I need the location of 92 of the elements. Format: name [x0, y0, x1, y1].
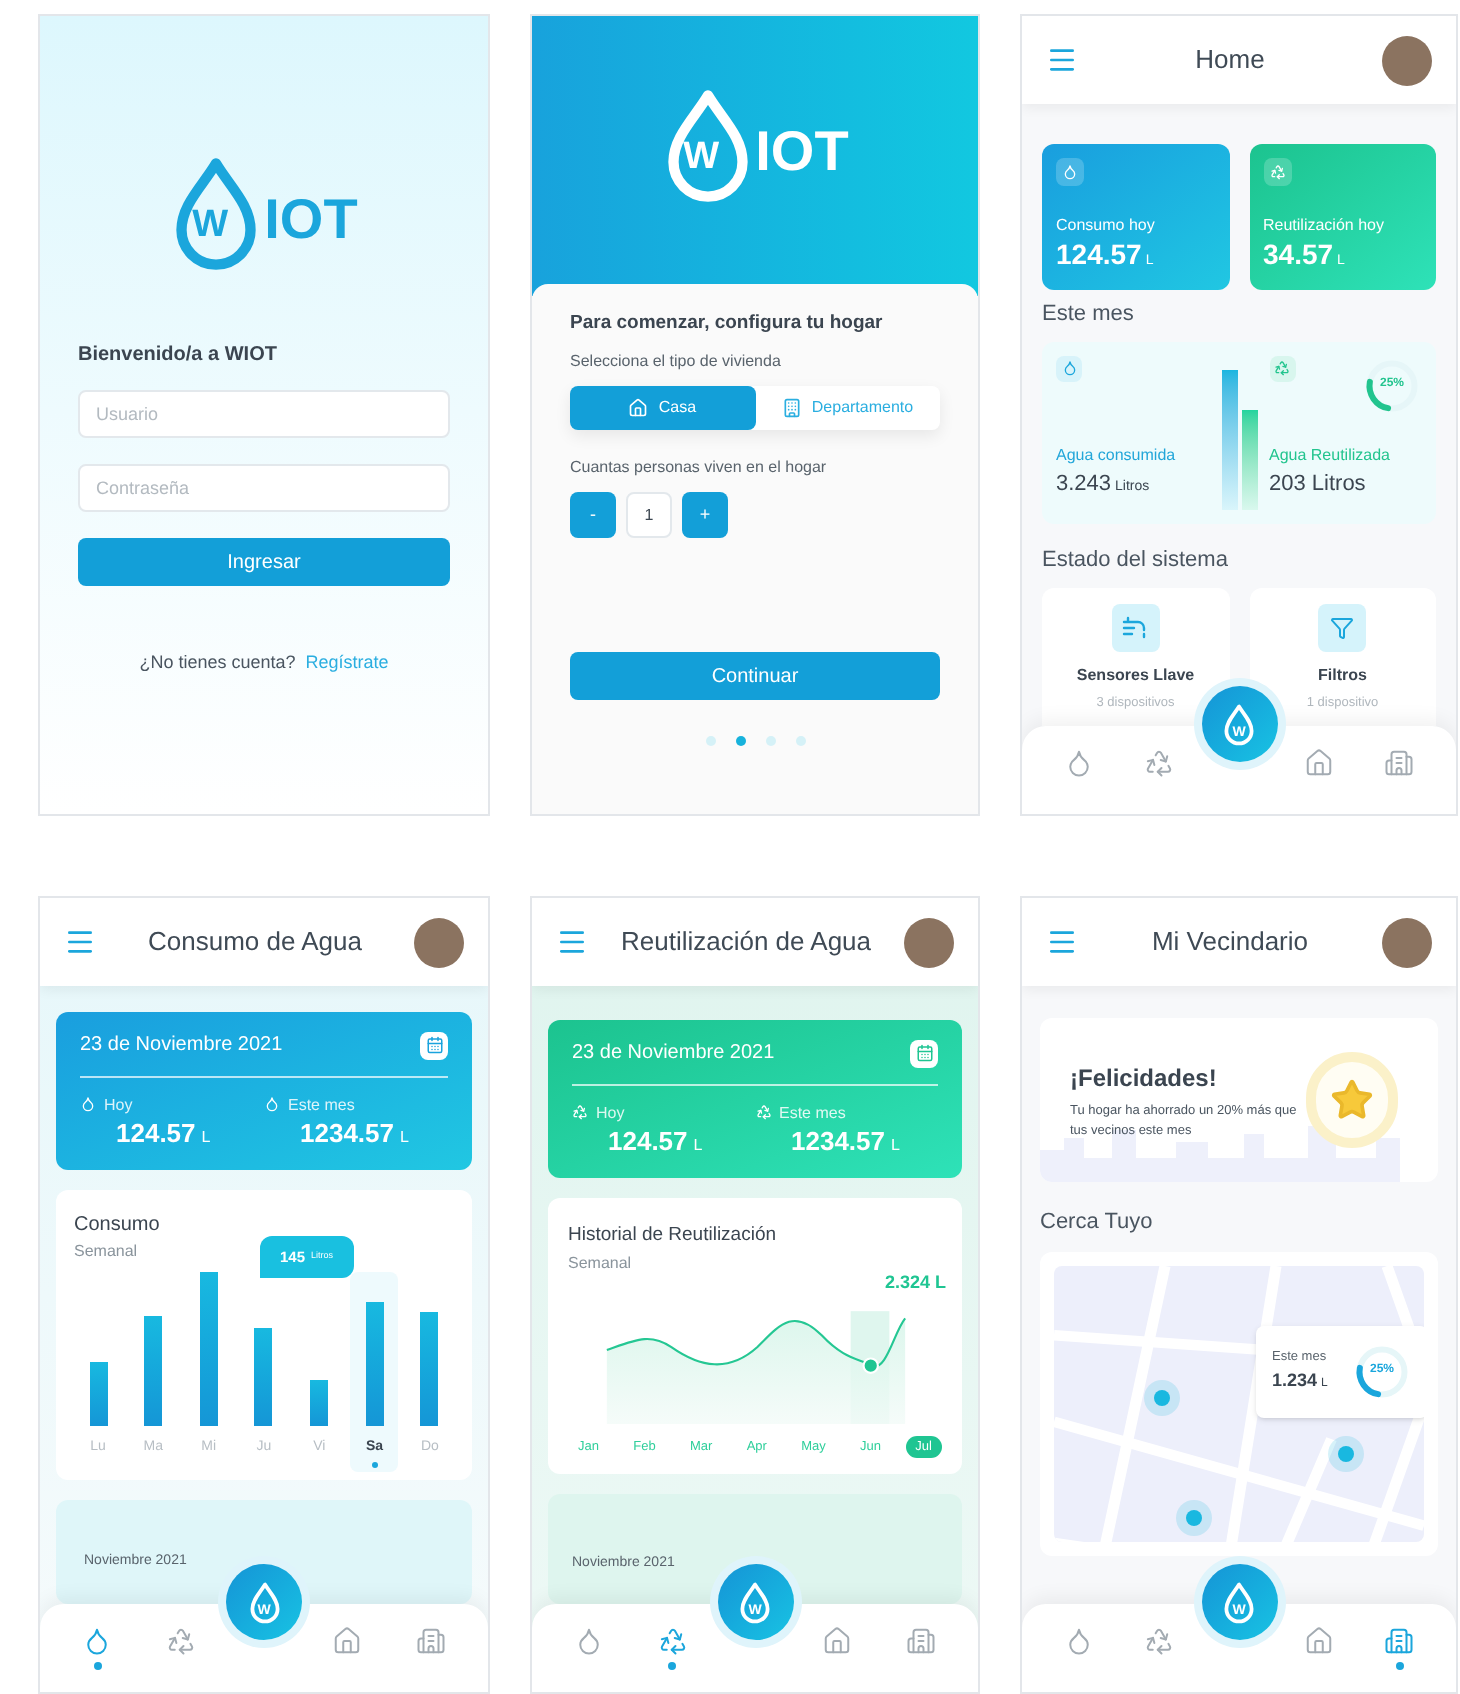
menu-icon[interactable]: [1046, 926, 1078, 958]
unit-label: L: [693, 1134, 703, 1158]
recycle-icon: [1274, 360, 1290, 376]
unit-label: L: [400, 1126, 409, 1150]
reused-label: Agua Reutilizada: [1269, 444, 1392, 468]
menu-icon[interactable]: [64, 926, 96, 958]
reuse-bar: [1241, 409, 1257, 509]
card-label: Reutilización hoy: [1263, 214, 1386, 238]
avatar[interactable]: [1381, 917, 1432, 967]
screen-title: Mi Vecindario: [1151, 924, 1309, 961]
avatar[interactable]: [904, 917, 954, 967]
stat-label: Este mes: [779, 1102, 848, 1126]
input-field[interactable]: Usuario: [78, 390, 450, 438]
point-value: 2.324 L: [884, 1270, 946, 1297]
filter-icon: [1330, 616, 1355, 640]
recycle-icon: [755, 1104, 771, 1120]
decrement-button[interactable]: -: [570, 492, 616, 539]
card-value: 124.57: [1056, 238, 1142, 273]
screen-title: Reutilización de Agua: [620, 924, 872, 961]
section-title: Cerca Tuyo: [1040, 1208, 1155, 1238]
chart-subtitle: Semanal: [568, 1251, 632, 1275]
drop-icon: [1061, 360, 1077, 376]
stat-value: 124.57: [608, 1126, 688, 1159]
calendar-icon[interactable]: [420, 1031, 448, 1059]
logo-text: IOT: [755, 124, 849, 180]
logo-letter: W: [683, 138, 720, 176]
consumption-bar: [1221, 369, 1237, 509]
house-icon: [628, 398, 649, 419]
stat-value: 1234.57: [300, 1118, 394, 1151]
consumption-bar: [254, 1327, 273, 1426]
increment-button[interactable]: +: [682, 492, 728, 539]
housing-option[interactable]: Departamento: [755, 386, 940, 431]
card-value: 34.57: [1263, 238, 1334, 273]
device-name: Filtros: [1318, 664, 1367, 688]
login-button[interactable]: Ingresar: [78, 538, 450, 586]
drop-icon: [738, 1581, 772, 1623]
menu-icon[interactable]: [556, 926, 588, 958]
people-count-field[interactable]: 1: [626, 492, 672, 539]
screen-title: Consumo de Agua: [148, 924, 362, 961]
consumed-value: 3.243: [1056, 470, 1112, 500]
consumption-bar: [144, 1316, 163, 1426]
welcome-text: Bienvenido/a a WIOT: [78, 342, 279, 370]
drop-icon: [80, 1096, 96, 1112]
setup-heading: Para comenzar, configura tu hogar: [570, 310, 885, 338]
date-text: 23 de Noviembre 2021: [572, 1040, 775, 1068]
consumption-bar: [365, 1302, 384, 1426]
stat-label: Hoy: [104, 1094, 135, 1118]
drop-icon: [1222, 1581, 1256, 1623]
drop-icon: [247, 1581, 281, 1623]
screen-title: Home: [1195, 42, 1265, 79]
avatar[interactable]: [414, 917, 464, 967]
consumption-bar: [420, 1311, 439, 1426]
chart-title: Historial de Reutilización: [568, 1222, 777, 1251]
stat-label: Este mes: [288, 1094, 357, 1118]
section-title: Este mes: [1042, 300, 1136, 330]
reused-value: 203 Litros: [1269, 470, 1368, 500]
calendar-icon[interactable]: [910, 1039, 938, 1067]
drop-icon: [264, 1096, 280, 1112]
consumption-bar: [89, 1362, 107, 1426]
input-field[interactable]: Contraseña: [78, 464, 450, 512]
housing-option[interactable]: Casa: [570, 386, 755, 431]
logo-text: IOT: [264, 192, 358, 248]
drop-icon: [1222, 703, 1256, 745]
congrats-title: ¡Felicidades!: [1070, 1062, 1219, 1097]
unit-label: L: [891, 1134, 900, 1158]
avatar[interactable]: [1382, 35, 1432, 85]
popup-value: 1.234: [1272, 1367, 1318, 1394]
device-name: Sensores Llave: [1076, 664, 1195, 688]
recycle-icon: [1269, 164, 1285, 180]
date-text: 23 de Noviembre 2021: [80, 1032, 283, 1060]
stat-label: Hoy: [596, 1102, 627, 1126]
consumption-bar: [310, 1379, 329, 1426]
faucet-icon: [1121, 616, 1150, 640]
continue-button[interactable]: Continuar: [570, 652, 940, 701]
consumed-label: Agua consumida: [1056, 444, 1178, 468]
star-icon: [1330, 1078, 1375, 1122]
drop-icon: [1062, 164, 1078, 180]
section-title: Estado del sistema: [1042, 545, 1230, 575]
stat-value: 124.57: [116, 1118, 196, 1151]
card-label: Consumo hoy: [1056, 214, 1157, 238]
chart-subtitle: Semanal: [74, 1240, 138, 1265]
logo-letter: W: [192, 206, 229, 244]
signup-prompt: ¿No tienes cuenta?: [139, 650, 296, 676]
recycle-icon: [572, 1104, 588, 1120]
housing-label: Selecciona el tipo de vivienda: [570, 350, 783, 375]
stat-value: 1234.57: [791, 1126, 885, 1159]
unit-label: L: [201, 1126, 211, 1150]
people-label: Cuantas personas viven en el hogar: [570, 456, 829, 481]
signup-link[interactable]: Regístrate: [305, 650, 389, 677]
chart-title: Consumo: [74, 1212, 160, 1241]
menu-icon[interactable]: [1046, 44, 1078, 76]
apartment-icon: [781, 398, 802, 419]
